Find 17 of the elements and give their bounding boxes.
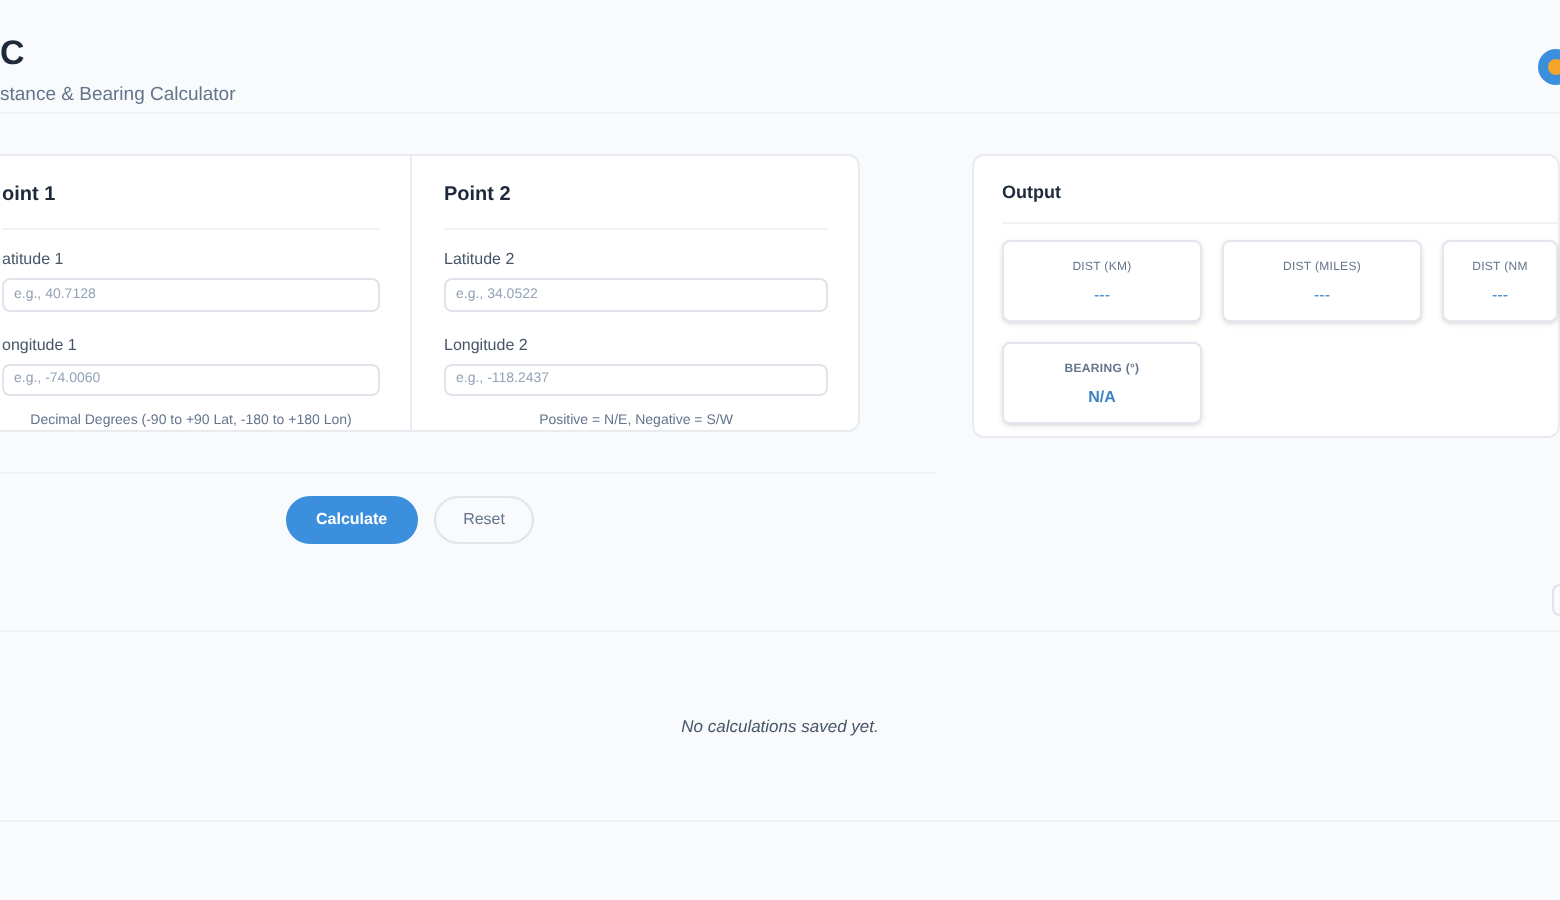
reset-button[interactable]: Reset xyxy=(433,496,535,544)
field-label: ongitude 1 xyxy=(2,335,79,355)
empty-history-text: No calculations saved yet. xyxy=(681,713,879,739)
section-heading: oint 1 xyxy=(2,184,56,206)
result-value: --- xyxy=(1314,285,1330,303)
avatar-icon[interactable] xyxy=(1536,48,1560,86)
section-heading: Point 2 xyxy=(444,184,511,206)
field-label: atitude 1 xyxy=(2,250,66,270)
page-title: C xyxy=(0,34,25,74)
result-value: --- xyxy=(1492,285,1508,303)
calculate-button[interactable]: Calculate xyxy=(286,496,418,544)
result-value: N/A xyxy=(1088,387,1116,405)
section-heading: Output xyxy=(1002,182,1558,224)
field-label: Longitude 2 xyxy=(444,335,530,355)
page-subtitle: stance & Bearing Calculator xyxy=(0,84,238,108)
result-value: --- xyxy=(1094,285,1110,303)
field-label: Latitude 2 xyxy=(444,250,517,270)
